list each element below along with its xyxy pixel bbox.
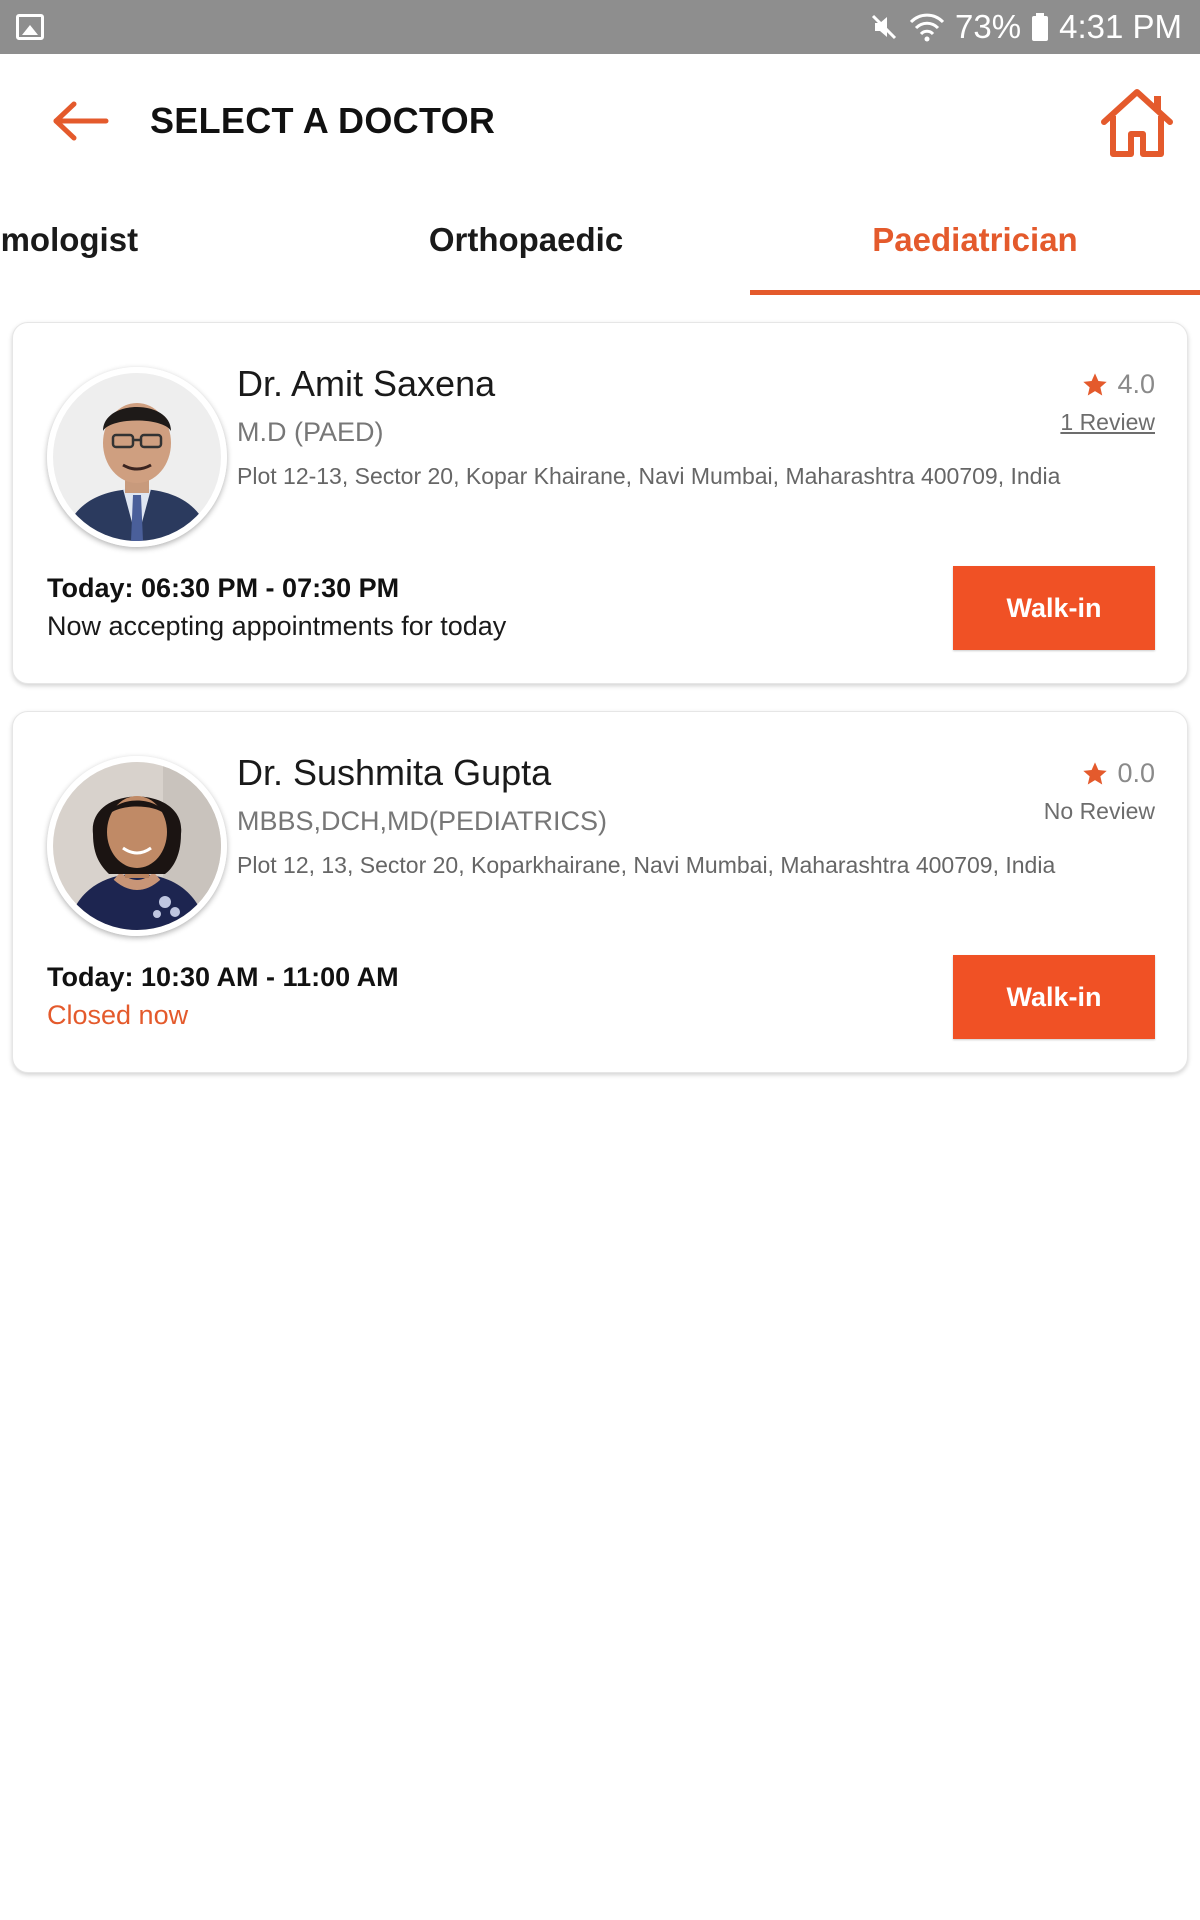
clock: 4:31 PM <box>1059 8 1182 45</box>
doctor-address: Plot 12, 13, Sector 20, Koparkhairane, N… <box>237 852 1056 878</box>
tab-paediatrician[interactable]: Paediatrician <box>750 184 1200 296</box>
star-icon <box>1083 372 1108 395</box>
doctor-card[interactable]: Dr. Sushmita Gupta MBBS,DCH,MD(PEDIATRIC… <box>12 711 1188 1073</box>
reviews-link[interactable]: 1 Review <box>1060 409 1155 436</box>
doctor-name: Dr. Sushmita Gupta <box>237 752 552 793</box>
today-hours: Today: 10:30 AM - 11:00 AM <box>47 962 399 992</box>
doctor-avatar <box>47 367 227 547</box>
doctor-name: Dr. Amit Saxena <box>237 363 496 404</box>
rating-value: 0.0 <box>1117 758 1155 788</box>
doctor-card[interactable]: Dr. Amit Saxena M.D (PAED) Plot 12-13, S… <box>12 322 1188 684</box>
app-bar: SELECT A DOCTOR <box>0 54 1200 184</box>
back-arrow-icon <box>53 101 109 141</box>
doctor-avatar <box>47 756 227 936</box>
battery-percent: 73% <box>955 8 1022 45</box>
doctor-address: Plot 12-13, Sector 20, Kopar Khairane, N… <box>237 463 1061 489</box>
mute-icon <box>871 14 897 40</box>
tab-indicator <box>750 290 1200 295</box>
wifi-icon <box>909 13 945 42</box>
doctor-degree: MBBS,DCH,MD(PEDIATRICS) <box>237 806 608 836</box>
today-hours: Today: 06:30 PM - 07:30 PM <box>47 573 400 603</box>
availability-status: Now accepting appointments for today <box>47 611 507 641</box>
rating-value: 4.0 <box>1117 369 1155 399</box>
star-icon <box>1083 761 1108 784</box>
doctor-degree: M.D (PAED) <box>237 417 384 447</box>
status-bar: 73% 4:31 PM <box>0 0 1200 54</box>
page-title: SELECT A DOCTOR <box>150 100 496 141</box>
reviews-label: No Review <box>1043 798 1155 824</box>
walk-in-button[interactable]: Walk-in <box>953 955 1155 1039</box>
tab-opthalmologist[interactable]: thalmologist <box>0 184 200 296</box>
walk-in-button[interactable]: Walk-in <box>953 566 1155 650</box>
availability-status: Closed now <box>47 1000 189 1030</box>
home-button[interactable] <box>1098 84 1176 162</box>
battery-icon <box>1032 13 1049 41</box>
specialty-tabs: thalmologist Orthopaedic Paediatrician <box>0 184 1200 296</box>
home-icon <box>1101 89 1173 157</box>
back-button[interactable] <box>50 96 110 146</box>
gallery-notification-icon <box>16 14 44 40</box>
tab-orthopaedic[interactable]: Orthopaedic <box>376 184 676 296</box>
doctor-rating: 0.0 <box>1081 758 1155 789</box>
doctor-rating: 4.0 <box>1081 369 1155 400</box>
